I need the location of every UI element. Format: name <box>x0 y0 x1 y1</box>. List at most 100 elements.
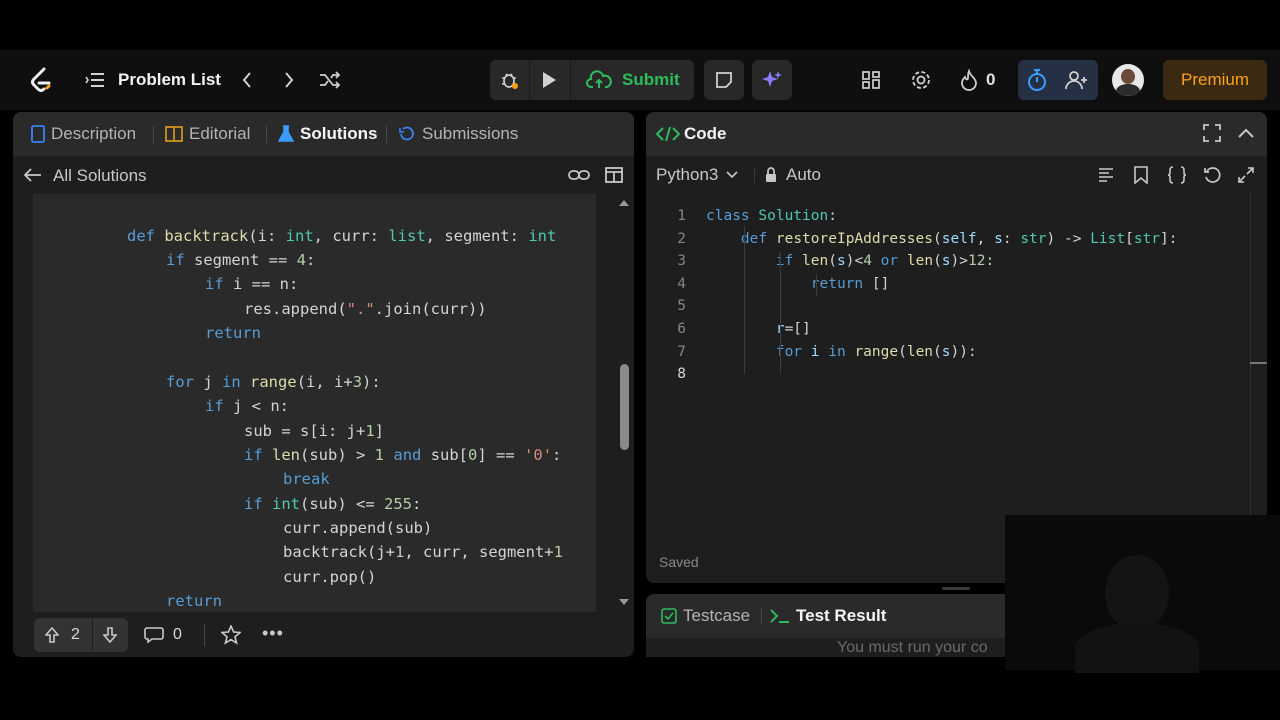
back-arrow-icon[interactable] <box>23 166 43 184</box>
ai-sparkle-button[interactable] <box>752 60 792 100</box>
cloud-upload-icon <box>586 70 612 90</box>
auto-mode-label[interactable]: Auto <box>786 165 821 185</box>
format-lines-icon[interactable] <box>1096 166 1116 184</box>
debug-icon[interactable] <box>496 68 522 92</box>
layout-icon[interactable] <box>860 69 882 91</box>
indent-guide <box>744 226 745 374</box>
comment-icon[interactable] <box>143 625 165 645</box>
tab-description[interactable]: Description <box>31 112 136 156</box>
terminal-icon <box>770 608 790 624</box>
code-line: return <box>166 592 222 610</box>
user-avatar[interactable] <box>1112 64 1144 96</box>
reset-undo-icon[interactable] <box>1202 165 1222 185</box>
line-number: 2 <box>677 230 686 247</box>
editor-code-line: class Solution: <box>706 208 837 224</box>
tab-testcase[interactable]: Testcase <box>661 594 750 638</box>
more-options-icon[interactable]: ••• <box>262 623 284 644</box>
comment-count: 0 <box>173 626 182 643</box>
book-icon <box>165 126 183 142</box>
editor-code-line: return [] <box>810 275 890 292</box>
chevron-down-icon <box>726 171 738 179</box>
editor-scroll-marker <box>1250 362 1267 364</box>
line-number: 4 <box>677 275 686 292</box>
problem-list-icon[interactable] <box>84 70 106 90</box>
scroll-up-arrow[interactable] <box>619 200 629 206</box>
code-line: for j in range(i, i+3): <box>166 373 381 391</box>
submit-button[interactable]: Submit <box>572 60 694 100</box>
maximize-icon[interactable] <box>1202 123 1222 143</box>
line-number: 1 <box>677 208 686 224</box>
code-line: break <box>283 470 330 488</box>
curly-braces-icon[interactable] <box>1166 165 1188 185</box>
run-button[interactable] <box>536 68 562 92</box>
line-number: 8 <box>677 366 686 383</box>
checkbox-icon <box>661 608 677 624</box>
next-problem-icon[interactable] <box>278 68 300 92</box>
tab-submissions[interactable]: Submissions <box>398 112 518 156</box>
scroll-down-arrow[interactable] <box>619 599 629 605</box>
code-line: backtrack(j+1, curr, segment+1 <box>283 543 563 561</box>
line-number: 5 <box>677 298 686 315</box>
upvote-button[interactable] <box>42 625 62 645</box>
tab-editorial[interactable]: Editorial <box>165 112 250 156</box>
split-view-icon[interactable] <box>603 165 625 185</box>
premium-button[interactable]: Premium <box>1163 60 1267 100</box>
prev-problem-icon[interactable] <box>236 68 258 92</box>
webcam-overlay <box>1005 515 1280 673</box>
language-select[interactable]: Python3 <box>656 165 738 185</box>
fullscreen-expand-icon[interactable] <box>1237 166 1255 184</box>
solution-scrollbar-thumb[interactable] <box>620 364 629 450</box>
run-hint-text: You must run your co <box>837 639 988 656</box>
code-line: curr.append(sub) <box>283 519 433 537</box>
streak-fire-icon[interactable] <box>958 68 980 92</box>
editor-code-line: for i in range(len(s)): <box>775 343 977 360</box>
code-line: res.append(".".join(curr)) <box>244 300 487 318</box>
resize-handle[interactable] <box>942 587 970 590</box>
code-editor[interactable]: 1 class Solution: 2 def restoreIpAddresses… <box>646 194 1267 550</box>
collapse-chevron-icon[interactable] <box>1236 124 1256 142</box>
add-friend-icon[interactable] <box>1065 69 1089 91</box>
description-icon <box>31 125 45 143</box>
code-line: return <box>205 324 261 342</box>
editor-code-line: def restoreIpAddresses(self, s: str) -> … <box>740 230 1178 247</box>
editor-scrollbar[interactable] <box>1250 194 1251 550</box>
notes-button[interactable] <box>704 60 744 100</box>
tab-solutions[interactable]: Solutions <box>278 112 377 156</box>
submit-label: Submit <box>622 70 680 89</box>
code-editor-panel: Code Python3 Auto 1 class Solution: 2 de… <box>646 112 1267 583</box>
problem-list-link[interactable]: Problem List <box>118 70 221 90</box>
code-brackets-icon <box>656 124 680 144</box>
code-line: def backtrack(i: int, curr: list, segmen… <box>127 227 557 245</box>
run-submit-group: Submit <box>490 60 694 100</box>
saved-status: Saved <box>659 554 699 570</box>
shuffle-icon[interactable] <box>318 68 342 92</box>
timer-button[interactable] <box>1018 60 1098 100</box>
solution-code-block: def backtrack(i: int, curr: list, segmen… <box>33 194 596 612</box>
code-line: if segment == 4: <box>166 251 316 269</box>
code-line: if int(sub) <= 255: <box>244 495 422 513</box>
line-number: 3 <box>677 253 686 270</box>
lock-icon <box>764 166 778 184</box>
flask-icon <box>278 125 294 143</box>
code-line: if i == n: <box>205 275 299 293</box>
upvote-count: 2 <box>71 626 80 643</box>
all-solutions-link[interactable]: All Solutions <box>53 166 147 186</box>
downvote-button[interactable] <box>100 625 120 645</box>
tab-test-result[interactable]: Test Result <box>770 594 886 638</box>
settings-gear-icon[interactable] <box>909 68 933 92</box>
solutions-panel: Description Editorial Solutions Submissi… <box>13 112 634 657</box>
leetcode-logo[interactable] <box>26 65 56 95</box>
editor-code-line: r=[] <box>776 321 811 337</box>
left-tab-bar: Description Editorial Solutions Submissi… <box>13 112 634 156</box>
code-line: if j < n: <box>205 397 289 415</box>
share-link-icon[interactable] <box>567 165 591 185</box>
editor-toolbar: Python3 Auto <box>646 156 1267 194</box>
streak-count: 0 <box>986 70 996 89</box>
top-navbar: Problem List Submit 0 Premium <box>0 50 1280 110</box>
premium-label: Premium <box>1180 70 1249 89</box>
bookmark-icon[interactable] <box>1132 165 1150 185</box>
star-favorite-icon[interactable] <box>220 624 242 646</box>
history-icon <box>398 125 416 143</box>
solution-header: All Solutions <box>13 156 634 194</box>
code-tab-title[interactable]: Code <box>684 124 727 144</box>
